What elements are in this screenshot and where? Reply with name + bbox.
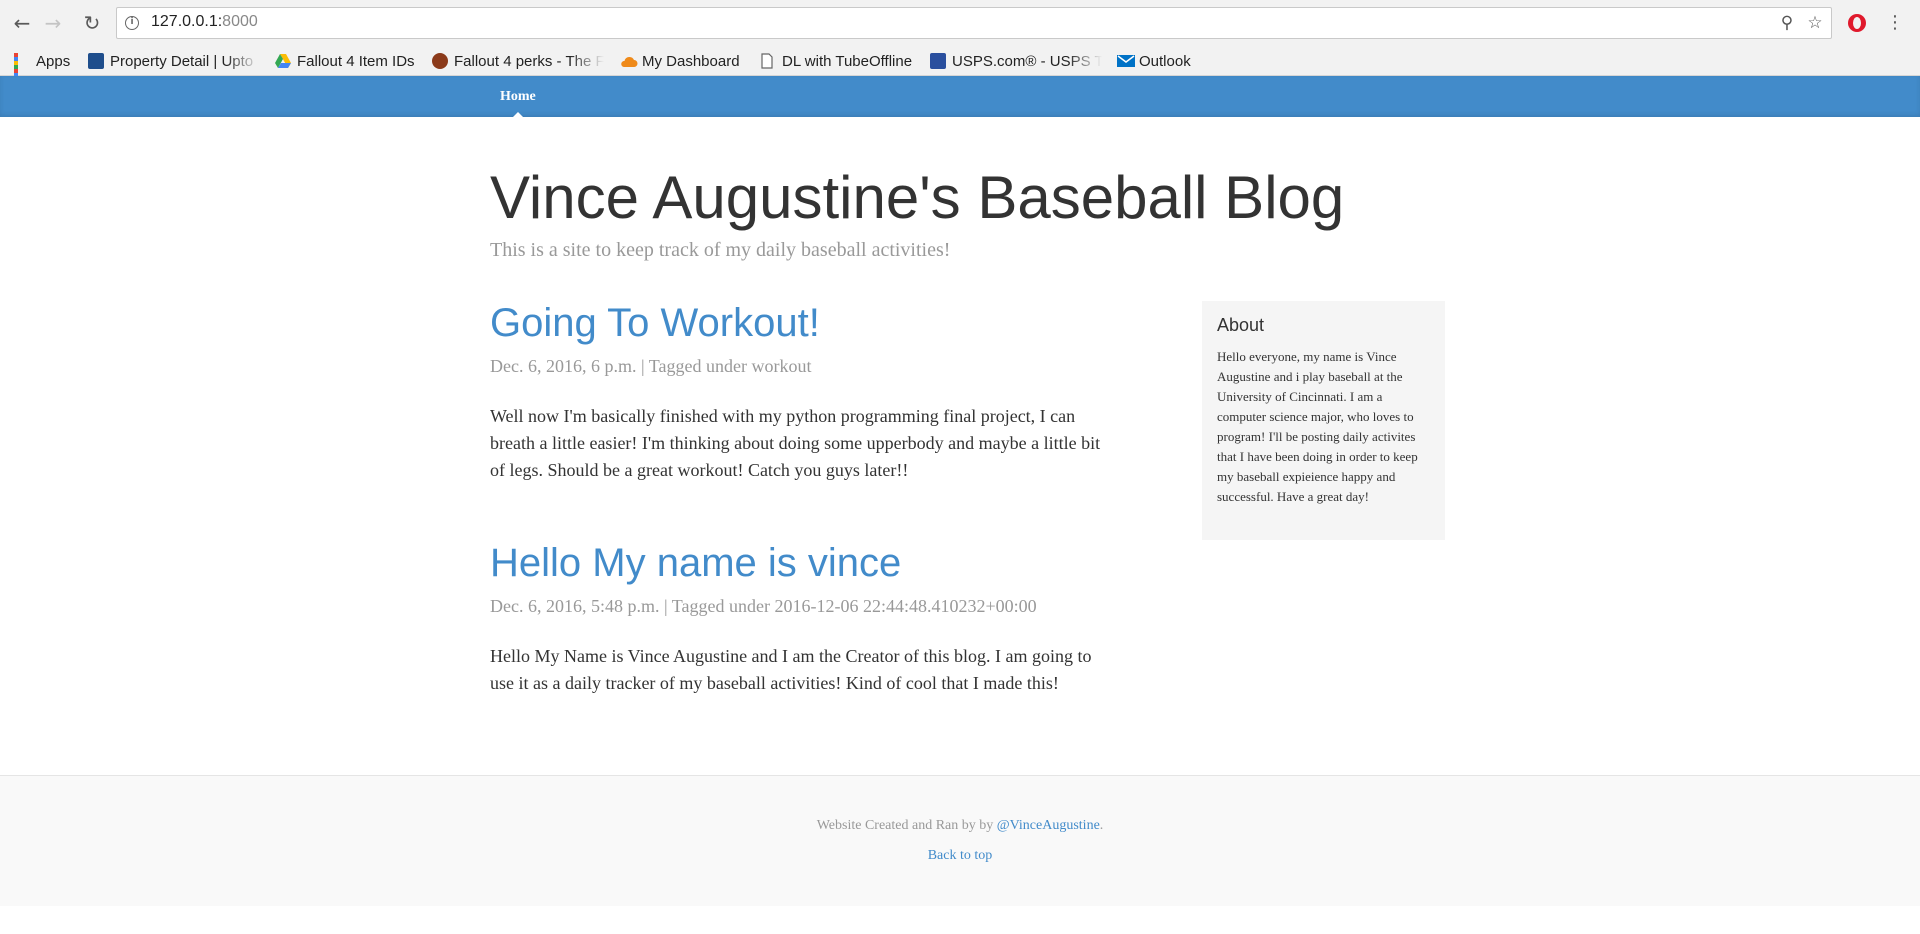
forward-arrow-icon[interactable]: → — [41, 10, 65, 36]
info-icon[interactable]: i — [125, 16, 139, 30]
about-sidebar: About Hello everyone, my name is Vince A… — [1202, 301, 1445, 540]
bookmark-label: DL with TubeOffline — [782, 52, 913, 70]
blog-title: Vince Augustine's Baseball Blog — [490, 164, 1345, 231]
bookmark-property-detail[interactable]: Property Detail | Upto — [88, 46, 260, 76]
page-icon — [760, 53, 776, 69]
address-bar[interactable]: i 127.0.0.1:8000 ⚲ ☆ — [116, 7, 1832, 39]
sidebar-heading: About — [1217, 315, 1265, 335]
blog-header: Vince Augustine's Baseball Blog This is … — [490, 160, 1450, 264]
bookmark-label: Outlook — [1139, 52, 1191, 70]
sidebar-text: Hello everyone, my name is Vince Augusti… — [1217, 349, 1418, 504]
footer-back: Back to top — [0, 848, 1920, 864]
browser-menu-icon[interactable]: ⋮ — [1886, 12, 1904, 34]
post-meta: Dec. 6, 2016, 6 p.m. | Tagged under work… — [490, 356, 812, 376]
blog-main: Going To Workout! Dec. 6, 2016, 6 p.m. |… — [490, 294, 1110, 747]
bookmark-usps[interactable]: USPS.com® - USPS Tr — [930, 46, 1102, 76]
building-icon — [88, 53, 104, 69]
url-port: 8000 — [222, 13, 258, 30]
bookmark-fallout-perks[interactable]: Fallout 4 perks - The F — [432, 46, 604, 76]
bookmark-label: Fallout 4 Item IDs — [297, 52, 415, 70]
bookmark-star-icon[interactable]: ☆ — [1805, 13, 1825, 33]
post-title-link[interactable]: Hello My name is vince — [490, 534, 1110, 592]
opera-extension-icon[interactable] — [1848, 14, 1866, 32]
post-meta: Dec. 6, 2016, 5:48 p.m. | Tagged under 2… — [490, 596, 1037, 616]
back-arrow-icon[interactable]: ← — [10, 10, 34, 36]
reload-icon[interactable]: ↻ — [80, 10, 104, 36]
bookmark-label: Fallout 4 perks - The F — [454, 52, 604, 70]
zoom-icon[interactable]: ⚲ — [1777, 13, 1797, 33]
address-url[interactable]: 127.0.0.1:8000 — [151, 13, 258, 31]
footer-credit-period: . — [1099, 818, 1104, 833]
blog-post: Going To Workout! Dec. 6, 2016, 6 p.m. |… — [490, 294, 1110, 484]
cloud-icon — [620, 53, 638, 69]
url-host: 127.0.0.1: — [151, 13, 223, 30]
bookmark-my-dashboard[interactable]: My Dashboard — [620, 46, 740, 76]
usps-icon — [930, 53, 946, 69]
bookmark-label: Property Detail | Upto — [110, 52, 254, 70]
bookmark-label: Apps — [36, 52, 71, 70]
mail-icon — [1117, 53, 1135, 69]
bookmark-label: My Dashboard — [642, 52, 740, 70]
browser-toolbar: ← → ↻ i 127.0.0.1:8000 ⚲ ☆ ⋮ — [0, 0, 1920, 46]
bookmark-label: USPS.com® - USPS Tr — [952, 52, 1102, 70]
post-title-link[interactable]: Going To Workout! — [490, 294, 1110, 352]
bookmarks-bar: Apps Property Detail | Upto Fallout 4 It… — [0, 46, 1920, 76]
google-drive-icon — [275, 53, 291, 69]
footer-credit-text: Website Created and Ran by by — [816, 818, 997, 833]
post-body: Well now I'm basically finished with my … — [490, 406, 1101, 480]
bookmark-tubeoffline[interactable]: DL with TubeOffline — [760, 46, 912, 76]
back-to-top-link[interactable]: Back to top — [928, 848, 993, 863]
blog-footer: Website Created and Ran by by @VinceAugu… — [0, 775, 1920, 906]
blog-description: This is a site to keep track of my daily… — [490, 239, 951, 261]
blog-post: Hello My name is vince Dec. 6, 2016, 5:4… — [490, 534, 1110, 697]
footer-credit: Website Created and Ran by by @VinceAugu… — [0, 818, 1920, 834]
apps-grid-icon — [14, 53, 30, 76]
gear-badge-icon — [432, 53, 448, 69]
post-body: Hello My Name is Vince Augustine and I a… — [490, 646, 1092, 693]
bookmark-outlook[interactable]: Outlook — [1117, 46, 1191, 76]
site-navbar: Home — [0, 76, 1920, 117]
bookmark-fallout-item-ids[interactable]: Fallout 4 Item IDs — [275, 46, 415, 76]
author-link[interactable]: @VinceAugustine — [997, 818, 1100, 833]
bookmark-apps[interactable]: Apps — [14, 46, 70, 76]
active-nav-caret — [513, 112, 523, 117]
nav-home-link[interactable]: Home — [500, 76, 536, 117]
